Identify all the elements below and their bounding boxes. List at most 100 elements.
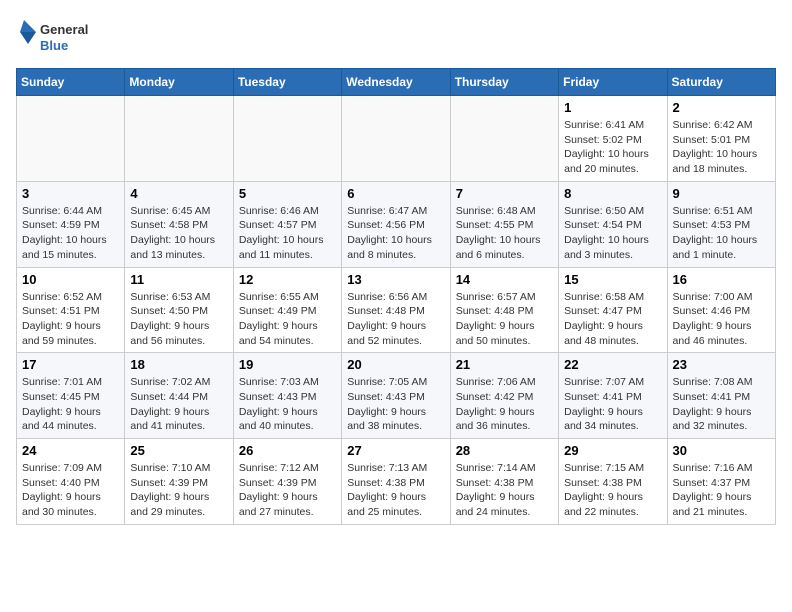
calendar-cell — [342, 96, 450, 182]
day-number: 23 — [673, 357, 770, 372]
cell-content: Sunrise: 6:44 AM Sunset: 4:59 PM Dayligh… — [22, 204, 119, 263]
cell-content: Sunrise: 7:16 AM Sunset: 4:37 PM Dayligh… — [673, 461, 770, 520]
cell-content: Sunrise: 7:15 AM Sunset: 4:38 PM Dayligh… — [564, 461, 661, 520]
cell-content: Sunrise: 7:09 AM Sunset: 4:40 PM Dayligh… — [22, 461, 119, 520]
calendar-cell: 4 Sunrise: 6:45 AM Sunset: 4:58 PM Daylig… — [125, 181, 233, 267]
calendar-cell: 8 Sunrise: 6:50 AM Sunset: 4:54 PM Daylig… — [559, 181, 667, 267]
day-number: 8 — [564, 186, 661, 201]
day-number: 1 — [564, 100, 661, 115]
day-number: 27 — [347, 443, 444, 458]
calendar-header-row: SundayMondayTuesdayWednesdayThursdayFrid… — [17, 69, 776, 96]
calendar-cell: 18 Sunrise: 7:02 AM Sunset: 4:44 PM Dayli… — [125, 353, 233, 439]
day-number: 24 — [22, 443, 119, 458]
day-number: 19 — [239, 357, 336, 372]
calendar-cell: 3 Sunrise: 6:44 AM Sunset: 4:59 PM Daylig… — [17, 181, 125, 267]
calendar-cell: 19 Sunrise: 7:03 AM Sunset: 4:43 PM Dayli… — [233, 353, 341, 439]
day-number: 17 — [22, 357, 119, 372]
day-number: 3 — [22, 186, 119, 201]
cell-content: Sunrise: 7:14 AM Sunset: 4:38 PM Dayligh… — [456, 461, 553, 520]
day-number: 6 — [347, 186, 444, 201]
calendar-cell: 1 Sunrise: 6:41 AM Sunset: 5:02 PM Daylig… — [559, 96, 667, 182]
cell-content: Sunrise: 7:12 AM Sunset: 4:39 PM Dayligh… — [239, 461, 336, 520]
calendar-table: SundayMondayTuesdayWednesdayThursdayFrid… — [16, 68, 776, 525]
logo: General Blue — [16, 16, 96, 56]
calendar-cell: 23 Sunrise: 7:08 AM Sunset: 4:41 PM Dayli… — [667, 353, 775, 439]
calendar-cell: 24 Sunrise: 7:09 AM Sunset: 4:40 PM Dayli… — [17, 439, 125, 525]
cell-content: Sunrise: 7:06 AM Sunset: 4:42 PM Dayligh… — [456, 375, 553, 434]
day-number: 21 — [456, 357, 553, 372]
svg-text:Blue: Blue — [40, 38, 68, 53]
cell-content: Sunrise: 6:52 AM Sunset: 4:51 PM Dayligh… — [22, 290, 119, 349]
day-number: 13 — [347, 272, 444, 287]
calendar-cell — [233, 96, 341, 182]
day-number: 12 — [239, 272, 336, 287]
cell-content: Sunrise: 6:42 AM Sunset: 5:01 PM Dayligh… — [673, 118, 770, 177]
cell-content: Sunrise: 7:05 AM Sunset: 4:43 PM Dayligh… — [347, 375, 444, 434]
cell-content: Sunrise: 6:45 AM Sunset: 4:58 PM Dayligh… — [130, 204, 227, 263]
calendar-cell: 7 Sunrise: 6:48 AM Sunset: 4:55 PM Daylig… — [450, 181, 558, 267]
calendar-cell: 10Sunrise: 6:52 AM Sunset: 4:51 PM Dayli… — [17, 267, 125, 353]
cell-content: Sunrise: 6:48 AM Sunset: 4:55 PM Dayligh… — [456, 204, 553, 263]
calendar-cell: 29Sunrise: 7:15 AM Sunset: 4:38 PM Dayli… — [559, 439, 667, 525]
cell-content: Sunrise: 6:50 AM Sunset: 4:54 PM Dayligh… — [564, 204, 661, 263]
calendar-week-row: 3 Sunrise: 6:44 AM Sunset: 4:59 PM Daylig… — [17, 181, 776, 267]
calendar-cell: 25 Sunrise: 7:10 AM Sunset: 4:39 PM Dayli… — [125, 439, 233, 525]
cell-content: Sunrise: 6:41 AM Sunset: 5:02 PM Dayligh… — [564, 118, 661, 177]
day-number: 25 — [130, 443, 227, 458]
day-number: 7 — [456, 186, 553, 201]
cell-content: Sunrise: 6:51 AM Sunset: 4:53 PM Dayligh… — [673, 204, 770, 263]
calendar-week-row: 1 Sunrise: 6:41 AM Sunset: 5:02 PM Daylig… — [17, 96, 776, 182]
day-number: 18 — [130, 357, 227, 372]
calendar-cell — [125, 96, 233, 182]
day-of-week-header: Wednesday — [342, 69, 450, 96]
day-number: 30 — [673, 443, 770, 458]
day-of-week-header: Tuesday — [233, 69, 341, 96]
cell-content: Sunrise: 6:55 AM Sunset: 4:49 PM Dayligh… — [239, 290, 336, 349]
cell-content: Sunrise: 7:08 AM Sunset: 4:41 PM Dayligh… — [673, 375, 770, 434]
cell-content: Sunrise: 6:47 AM Sunset: 4:56 PM Dayligh… — [347, 204, 444, 263]
page-header: General Blue — [16, 16, 776, 56]
cell-content: Sunrise: 7:01 AM Sunset: 4:45 PM Dayligh… — [22, 375, 119, 434]
day-number: 28 — [456, 443, 553, 458]
day-number: 20 — [347, 357, 444, 372]
day-number: 16 — [673, 272, 770, 287]
cell-content: Sunrise: 7:13 AM Sunset: 4:38 PM Dayligh… — [347, 461, 444, 520]
cell-content: Sunrise: 7:02 AM Sunset: 4:44 PM Dayligh… — [130, 375, 227, 434]
cell-content: Sunrise: 7:10 AM Sunset: 4:39 PM Dayligh… — [130, 461, 227, 520]
calendar-cell — [17, 96, 125, 182]
calendar-cell: 28 Sunrise: 7:14 AM Sunset: 4:38 PM Dayli… — [450, 439, 558, 525]
cell-content: Sunrise: 7:03 AM Sunset: 4:43 PM Dayligh… — [239, 375, 336, 434]
calendar-week-row: 17 Sunrise: 7:01 AM Sunset: 4:45 PM Dayli… — [17, 353, 776, 439]
calendar-cell: 30 Sunrise: 7:16 AM Sunset: 4:37 PM Dayli… — [667, 439, 775, 525]
day-of-week-header: Sunday — [17, 69, 125, 96]
calendar-cell: 12 Sunrise: 6:55 AM Sunset: 4:49 PM Dayli… — [233, 267, 341, 353]
calendar-week-row: 10Sunrise: 6:52 AM Sunset: 4:51 PM Dayli… — [17, 267, 776, 353]
cell-content: Sunrise: 6:56 AM Sunset: 4:48 PM Dayligh… — [347, 290, 444, 349]
cell-content: Sunrise: 7:00 AM Sunset: 4:46 PM Dayligh… — [673, 290, 770, 349]
calendar-cell: 14 Sunrise: 6:57 AM Sunset: 4:48 PM Dayli… — [450, 267, 558, 353]
logo-svg: General Blue — [16, 16, 96, 56]
cell-content: Sunrise: 6:58 AM Sunset: 4:47 PM Dayligh… — [564, 290, 661, 349]
calendar-cell: 21 Sunrise: 7:06 AM Sunset: 4:42 PM Dayli… — [450, 353, 558, 439]
calendar-cell: 11Sunrise: 6:53 AM Sunset: 4:50 PM Dayli… — [125, 267, 233, 353]
calendar-cell: 27 Sunrise: 7:13 AM Sunset: 4:38 PM Dayli… — [342, 439, 450, 525]
day-number: 26 — [239, 443, 336, 458]
calendar-cell: 22Sunrise: 7:07 AM Sunset: 4:41 PM Dayli… — [559, 353, 667, 439]
calendar-cell — [450, 96, 558, 182]
day-number: 5 — [239, 186, 336, 201]
svg-text:General: General — [40, 22, 88, 37]
day-number: 2 — [673, 100, 770, 115]
day-number: 22 — [564, 357, 661, 372]
day-number: 4 — [130, 186, 227, 201]
calendar-cell: 20 Sunrise: 7:05 AM Sunset: 4:43 PM Dayli… — [342, 353, 450, 439]
day-of-week-header: Monday — [125, 69, 233, 96]
calendar-cell: 5Sunrise: 6:46 AM Sunset: 4:57 PM Daylig… — [233, 181, 341, 267]
calendar-cell: 6 Sunrise: 6:47 AM Sunset: 4:56 PM Daylig… — [342, 181, 450, 267]
calendar-cell: 9Sunrise: 6:51 AM Sunset: 4:53 PM Daylig… — [667, 181, 775, 267]
day-of-week-header: Friday — [559, 69, 667, 96]
cell-content: Sunrise: 6:57 AM Sunset: 4:48 PM Dayligh… — [456, 290, 553, 349]
day-number: 14 — [456, 272, 553, 287]
day-number: 15 — [564, 272, 661, 287]
calendar-cell: 17 Sunrise: 7:01 AM Sunset: 4:45 PM Dayli… — [17, 353, 125, 439]
cell-content: Sunrise: 6:53 AM Sunset: 4:50 PM Dayligh… — [130, 290, 227, 349]
